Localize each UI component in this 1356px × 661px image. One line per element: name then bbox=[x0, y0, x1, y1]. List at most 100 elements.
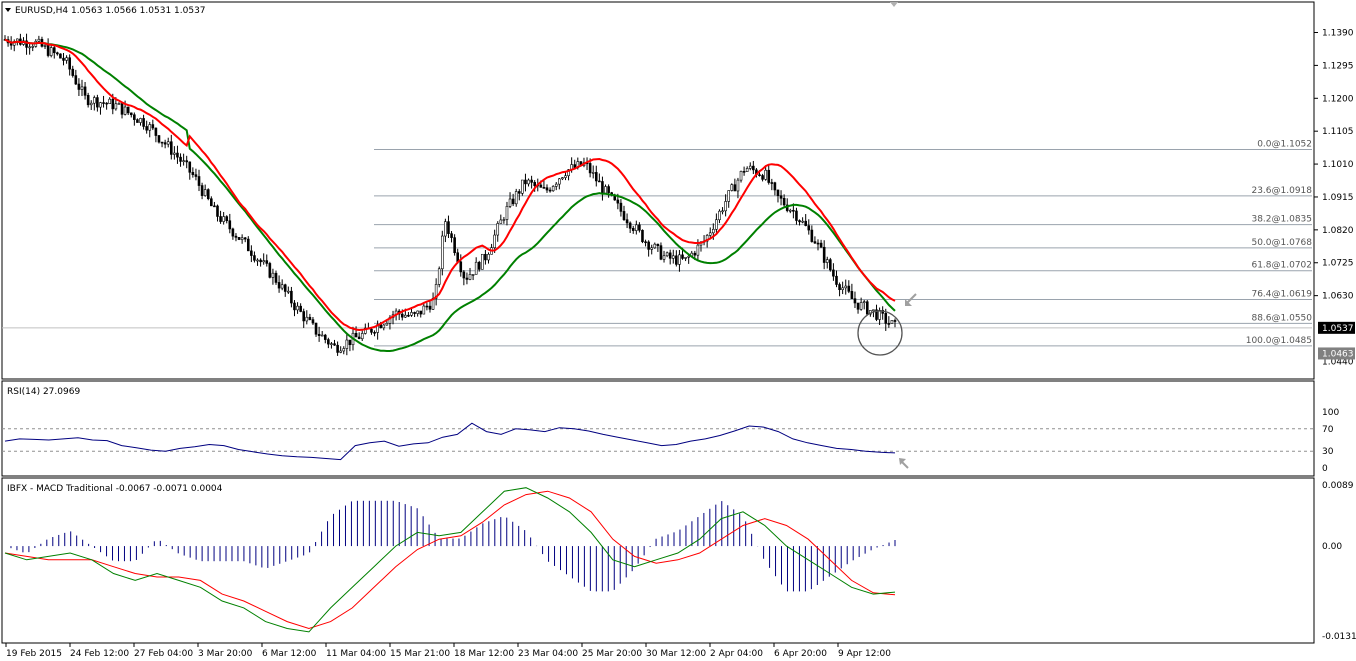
candle-body bbox=[86, 95, 90, 106]
candle-body bbox=[136, 119, 139, 123]
candle-body bbox=[327, 339, 330, 345]
candle-body bbox=[795, 210, 798, 221]
macd-tick-label: 0.00 bbox=[1322, 542, 1342, 552]
candle-body bbox=[530, 179, 533, 183]
candle-body bbox=[721, 210, 724, 213]
candle-body bbox=[330, 343, 333, 345]
candle-body bbox=[108, 98, 112, 104]
candle-body bbox=[123, 106, 127, 115]
candle-body bbox=[102, 102, 105, 104]
candle-body bbox=[847, 285, 851, 292]
candle-body bbox=[752, 165, 755, 171]
candle-body bbox=[459, 261, 463, 273]
candle-body bbox=[779, 195, 783, 199]
candle-body bbox=[551, 186, 555, 192]
time-tick-label: 6 Mar 12:00 bbox=[262, 649, 317, 659]
time-tick-label: 24 Feb 12:00 bbox=[70, 649, 129, 659]
candle-body bbox=[126, 106, 130, 114]
candle-body bbox=[782, 197, 786, 206]
fib-label: 23.6@1.0918 bbox=[1251, 186, 1312, 196]
candle-body bbox=[730, 184, 734, 191]
candle-body bbox=[893, 320, 897, 322]
candle-body bbox=[638, 224, 641, 231]
candle-body bbox=[662, 255, 666, 260]
candle-body bbox=[681, 254, 684, 259]
candle-body bbox=[246, 238, 250, 252]
candle-body bbox=[268, 263, 272, 278]
chart-canvas[interactable]: EURUSD,H4 1.0563 1.0566 1.0531 1.0537 RS… bbox=[0, 0, 1356, 661]
candle-body bbox=[745, 168, 749, 172]
candle-body bbox=[773, 182, 777, 191]
candle-body bbox=[225, 216, 229, 222]
candle-body bbox=[724, 201, 727, 212]
candle-body bbox=[872, 309, 875, 312]
candle-body bbox=[287, 290, 290, 293]
candle-body bbox=[558, 178, 561, 185]
candle-body bbox=[311, 319, 315, 324]
candle-body bbox=[360, 333, 364, 340]
candle-body bbox=[231, 228, 235, 237]
time-tick-label: 30 Mar 12:00 bbox=[646, 649, 706, 659]
candle-body bbox=[678, 254, 681, 265]
candle-body bbox=[647, 241, 650, 250]
candle-body bbox=[154, 127, 158, 136]
candle-body bbox=[31, 46, 35, 48]
candle-body bbox=[822, 246, 826, 263]
candle-body bbox=[715, 219, 718, 230]
candle-body bbox=[453, 237, 456, 254]
candle-body bbox=[742, 171, 746, 173]
candle-body bbox=[222, 216, 225, 222]
candle-body bbox=[764, 169, 767, 180]
candle-body bbox=[283, 284, 287, 292]
candle-body bbox=[120, 103, 124, 115]
candle-body bbox=[619, 202, 623, 212]
candle-body bbox=[117, 103, 121, 105]
candle-body bbox=[151, 124, 155, 129]
candle-body bbox=[792, 209, 795, 212]
macd-tick-label: -0.0131 bbox=[1322, 632, 1356, 642]
candle-body bbox=[219, 216, 222, 222]
rsi-label: RSI(14) 27.0969 bbox=[7, 387, 80, 397]
candle-body bbox=[770, 182, 774, 184]
candle-body bbox=[52, 47, 56, 54]
candle-body bbox=[345, 339, 349, 349]
candle-body bbox=[280, 284, 284, 289]
candle-body bbox=[410, 312, 413, 316]
candle-body bbox=[265, 260, 269, 264]
candle-body bbox=[776, 189, 780, 196]
candle-body bbox=[46, 45, 50, 56]
candle-body bbox=[594, 172, 598, 182]
price-tick-label: 1.1010 bbox=[1322, 160, 1354, 170]
price-axis: 1.1390 1.1295 1.1200 1.1105 1.1010 1.0915 1.08… bbox=[1314, 29, 1355, 367]
candle-body bbox=[250, 250, 253, 256]
candle-body bbox=[564, 175, 567, 178]
candle-body bbox=[712, 228, 715, 234]
candle-body bbox=[601, 181, 604, 194]
candle-body bbox=[887, 323, 891, 325]
candle-body bbox=[425, 305, 429, 308]
candle-body bbox=[339, 350, 342, 353]
fib-label: 0.0@1.1052 bbox=[1257, 140, 1312, 150]
candle-body bbox=[296, 305, 299, 311]
candle-body bbox=[133, 114, 136, 120]
candle-body bbox=[862, 301, 866, 304]
candle-body bbox=[428, 305, 432, 310]
candle-body bbox=[481, 253, 484, 270]
candle-body bbox=[145, 126, 148, 131]
candle-body bbox=[299, 305, 302, 312]
candle-body bbox=[373, 332, 376, 334]
candle-body bbox=[598, 180, 601, 183]
candle-body bbox=[348, 339, 352, 346]
candle-body bbox=[665, 252, 669, 257]
candle-body bbox=[859, 302, 863, 310]
candle-body bbox=[844, 285, 848, 289]
candle-body bbox=[450, 233, 453, 238]
candle-body bbox=[314, 322, 318, 335]
candle-body bbox=[80, 86, 84, 90]
price-tick-label: 1.0915 bbox=[1322, 193, 1354, 203]
candle-body bbox=[807, 225, 811, 231]
candle-body bbox=[635, 224, 638, 231]
candle-body bbox=[465, 277, 469, 280]
candle-body bbox=[419, 310, 423, 315]
candle-body bbox=[62, 57, 65, 61]
